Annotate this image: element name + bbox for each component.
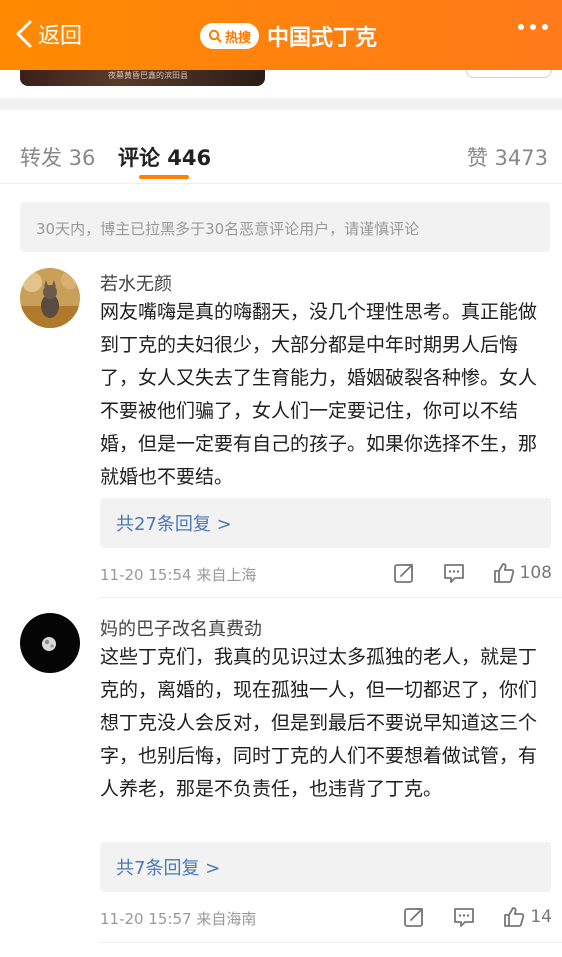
comment-divider [100,597,562,598]
search-icon [208,29,222,43]
back-button[interactable]: 返回 [12,18,82,50]
view-replies-button[interactable]: 共7条回复 > [100,842,551,892]
avatar[interactable] [20,613,80,673]
comment-divider [100,942,562,943]
reply-button[interactable] [452,905,476,929]
avatar[interactable] [20,268,80,328]
share-icon [393,564,413,583]
scrolled-post-area: 夜幕黄昏巴鑫的滨田县 [0,70,562,110]
tab-likes[interactable]: 赞 3473 [467,142,548,172]
page-title: 中国式丁克 [267,26,378,51]
comment-meta: 11-20 15:57 来自海南 [100,910,257,928]
comment-username[interactable]: 妈的巴子改名真费劲 [100,615,262,641]
comment-username[interactable]: 若水无颜 [100,270,172,296]
thumbs-up-icon [504,907,525,927]
section-divider [0,98,562,110]
like-count: 14 [530,907,552,927]
dot-icon [518,24,524,30]
top-nav-bar: 返回 热搜 中国式丁克 [0,0,562,70]
back-label: 返回 [38,24,83,49]
more-options-button[interactable] [518,24,548,30]
hot-search-label: 热搜 [225,30,252,46]
title-group: 热搜 中国式丁克 [200,20,377,52]
comment-actions: 108 [366,561,552,585]
post-image-thumbnail[interactable]: 夜幕黄昏巴鑫的滨田县 [20,70,265,86]
follow-button-edge[interactable] [466,70,552,78]
comment-actions: 14 [376,905,552,929]
post-image-caption: 夜幕黄昏巴鑫的滨田县 [108,71,188,80]
comment-text: 网友嘴嗨是真的嗨翻天，没几个理性思考。真正能做到丁克的夫妇很少，大部分都是中年时… [100,301,538,488]
dot-icon [530,24,536,30]
view-replies-button[interactable]: 共27条回复 > [100,498,551,548]
comment-meta: 11-20 15:54 来自上海 [100,566,257,584]
comment-icon [454,908,475,927]
tab-forward[interactable]: 转发 36 [20,142,95,172]
repost-button[interactable] [402,905,426,929]
reply-button[interactable] [442,561,466,585]
like-button[interactable]: 14 [502,905,552,929]
chevron-left-icon [16,20,32,48]
repost-button[interactable] [392,561,416,585]
like-button[interactable]: 108 [492,561,552,585]
comment-notice: 30天内，博主已拉黑多于30名恶意评论用户，请谨慎评论 [20,202,550,252]
interaction-tabs: 转发 36 评论 446 赞 3473 [0,112,562,184]
hot-search-badge[interactable]: 热搜 [200,23,260,49]
tab-comments[interactable]: 评论 446 [118,142,211,172]
active-tab-indicator [139,175,189,179]
dot-icon [542,24,548,30]
share-icon [404,908,424,927]
comment-icon [443,564,464,583]
like-count: 108 [519,563,552,583]
thumbs-up-icon [493,563,514,583]
comment-text: 这些丁克们，我真的见识过太多孤独的老人，就是丁克的，离婚的，现在孤独一人，但一切… [100,646,538,800]
